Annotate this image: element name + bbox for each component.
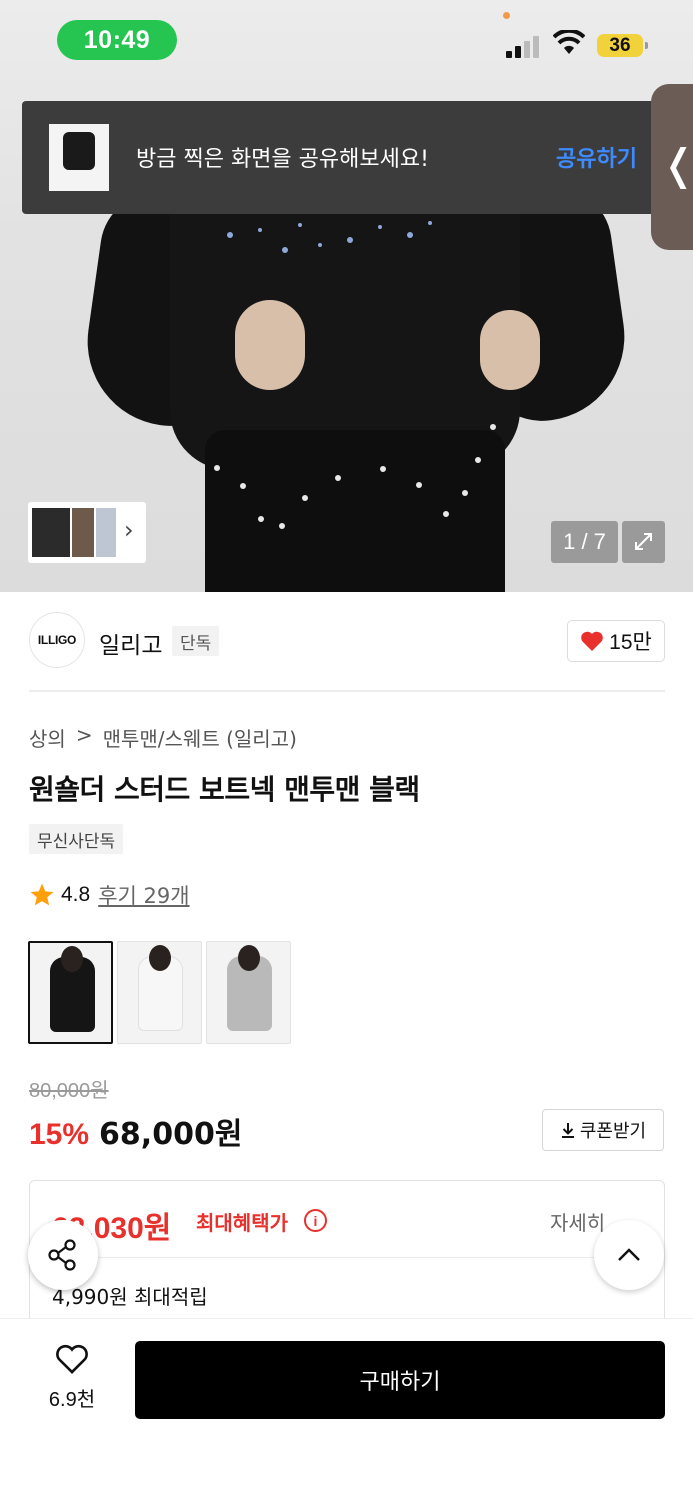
gallery-thumb (32, 508, 70, 557)
cellular-signal-icon (506, 34, 544, 58)
expand-image-button[interactable] (622, 521, 665, 563)
share-fab[interactable] (28, 1220, 98, 1290)
benefit-box: 62,030원 최대혜택가 i 자세히 ⌄ 4,990원 최대적립 (29, 1180, 665, 1340)
variant-grey[interactable] (206, 941, 291, 1044)
privacy-indicator-dot (503, 12, 510, 19)
gallery-page-indicator: 1 / 7 (551, 521, 618, 563)
share-icon (48, 1239, 76, 1271)
sale-price-row: 15% 68,000원 (29, 1109, 242, 1153)
expand-icon (635, 533, 652, 550)
star-icon (30, 883, 54, 906)
screenshot-thumbnail (49, 124, 109, 191)
exclusive-badge: 무신사단독 (29, 824, 124, 854)
gallery-thumb (96, 508, 116, 557)
wishlist-count: 6.9천 (48, 1389, 96, 1411)
review-count-link[interactable]: 후기 29개 (98, 880, 189, 910)
benefit-detail-label: 자세히 (550, 1211, 606, 1235)
sale-price: 68,000원 (99, 1117, 243, 1152)
share-toast: 방금 찍은 화면을 공유해보세요! 공유하기 (22, 101, 656, 214)
chevron-up-icon (618, 1248, 640, 1261)
wifi-icon (553, 30, 585, 54)
battery-icon: 36 (597, 34, 648, 57)
side-drawer-tab[interactable]: ❬ (651, 84, 693, 250)
bottom-action-bar: 6.9천 구매하기 (0, 1318, 693, 1500)
variant-white[interactable] (117, 941, 202, 1044)
status-time: 10:49 (57, 20, 177, 60)
wishlist-button[interactable]: 6.9천 (38, 1343, 106, 1412)
brand-logo[interactable]: ILLIGO (29, 612, 85, 668)
download-icon (561, 1123, 574, 1138)
buy-button[interactable]: 구매하기 (135, 1341, 665, 1419)
breadcrumb-separator: > (75, 723, 93, 747)
rating-score: 4.8 (61, 883, 91, 906)
toast-message: 방금 찍은 화면을 공유해보세요! (136, 147, 429, 172)
original-price: 80,000원 (29, 1080, 109, 1102)
chevron-right-icon: › (124, 516, 134, 544)
rating-summary: 4.8 후기 29개 (29, 880, 190, 910)
brand-like-count: 15만 (609, 631, 652, 654)
gallery-thumbnail-strip[interactable]: › (28, 502, 146, 563)
chevron-left-icon: ❬ (661, 140, 693, 189)
gallery-thumb (72, 508, 94, 557)
info-icon[interactable]: i (304, 1209, 327, 1232)
breadcrumb-item-top[interactable]: 상의 (29, 723, 66, 752)
discount-rate: 15% (29, 1118, 90, 1151)
max-benefit-label: 최대혜택가 (196, 1211, 288, 1235)
brand-exclusive-tag: 단독 (172, 626, 220, 656)
breadcrumb-item-category[interactable]: 맨투맨/스웨트 (일리고) (103, 723, 297, 752)
coupon-label: 쿠폰받기 (579, 1121, 647, 1142)
brand-like-button[interactable]: 15만 (567, 620, 665, 662)
coupon-button[interactable]: 쿠폰받기 (542, 1109, 664, 1151)
heart-filled-icon (581, 631, 603, 651)
brand-name[interactable]: 일리고 (99, 626, 162, 660)
star-print-graphic (227, 221, 432, 253)
share-button[interactable]: 공유하기 (556, 141, 637, 173)
variant-black[interactable] (28, 941, 113, 1044)
divider (29, 690, 665, 692)
divider (52, 1257, 642, 1258)
breadcrumb: 상의 > 맨투맨/스웨트 (일리고) (29, 723, 297, 752)
heart-outline-icon (56, 1344, 88, 1374)
scroll-top-fab[interactable] (594, 1220, 664, 1290)
product-title: 원숄더 스터드 보트넥 맨투맨 블랙 (29, 773, 420, 806)
